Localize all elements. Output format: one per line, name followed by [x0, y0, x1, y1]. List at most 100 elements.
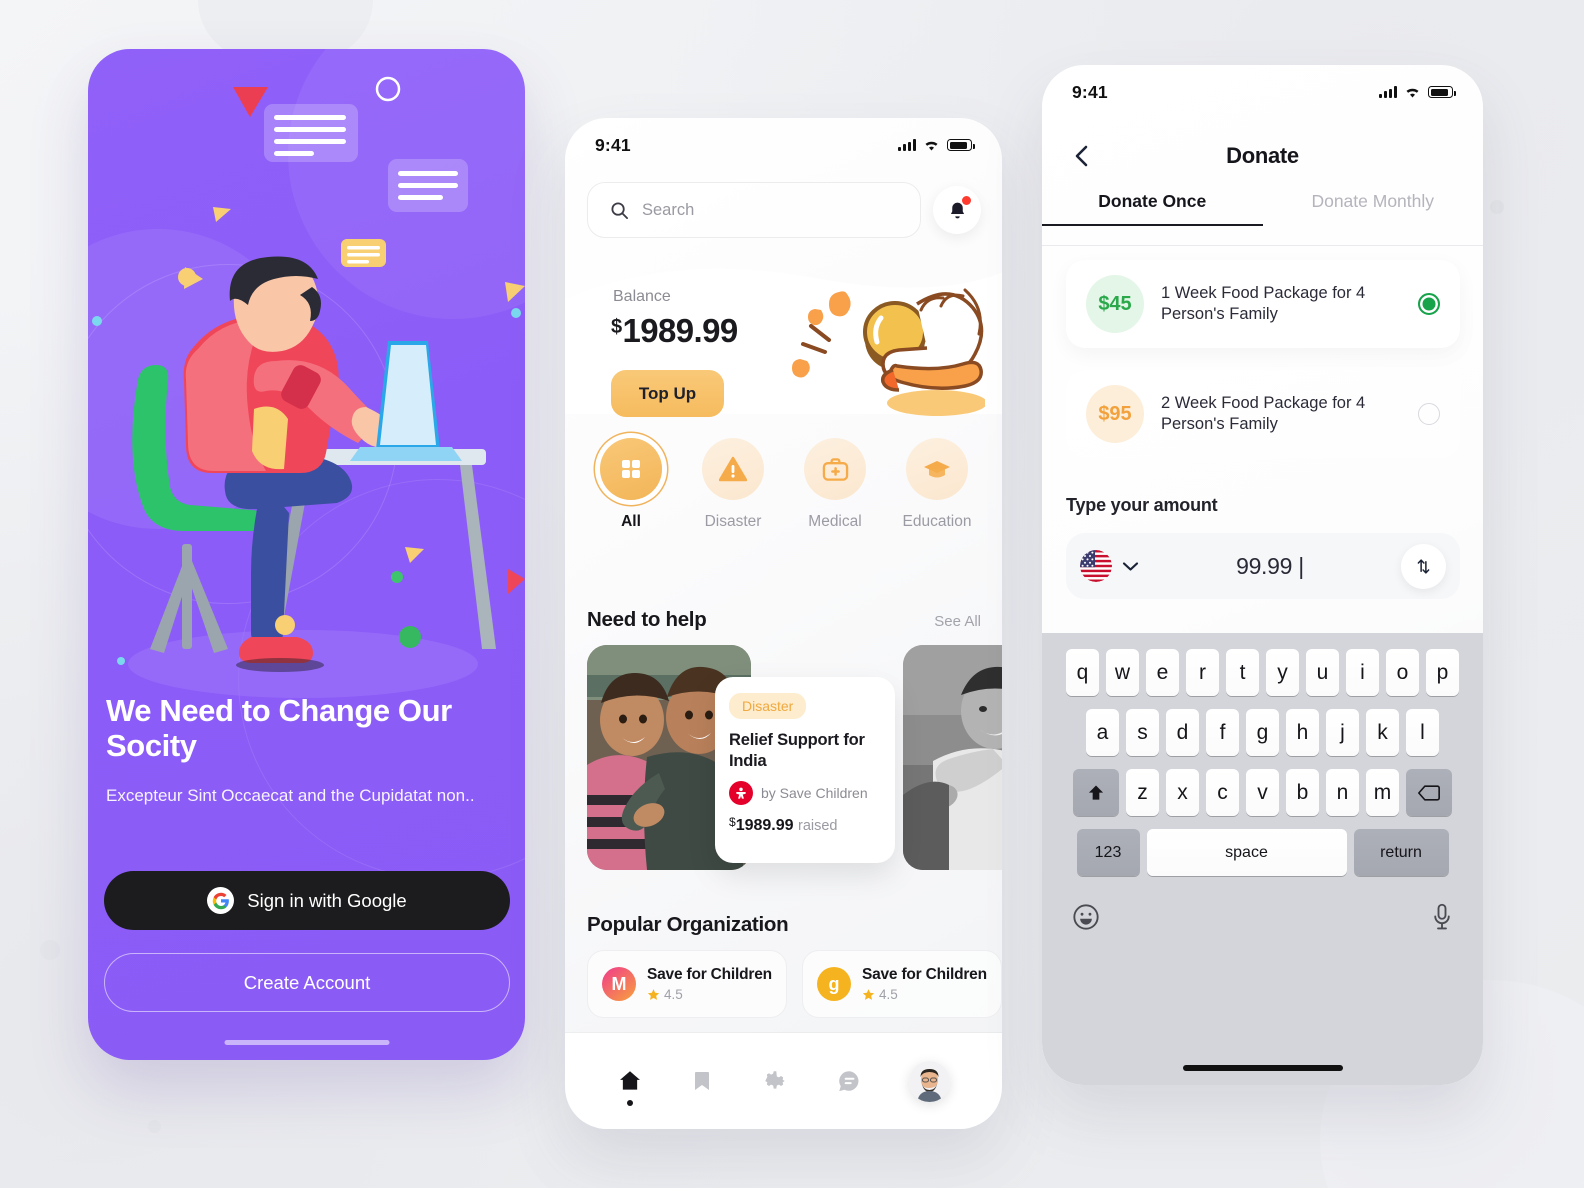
category-all[interactable]: All — [587, 438, 675, 531]
key-u[interactable]: u — [1306, 649, 1339, 696]
battery-icon — [1428, 86, 1456, 98]
need-to-help-header: Need to help See All — [587, 608, 981, 632]
organization-logo-letter: g — [828, 973, 840, 994]
return-key[interactable]: return — [1353, 829, 1449, 876]
status-icons — [898, 139, 975, 152]
status-icons — [1379, 86, 1456, 99]
decor-ring — [238, 479, 525, 879]
key-m[interactable]: m — [1366, 769, 1399, 816]
organization-name: Save for Children — [861, 966, 987, 983]
campaign-photo-boy[interactable] — [903, 645, 1002, 870]
save-children-logo-icon — [729, 781, 753, 806]
swap-vertical-icon[interactable] — [1401, 543, 1446, 589]
option-radio-selected[interactable] — [1418, 293, 1440, 315]
option-radio[interactable] — [1418, 403, 1440, 425]
category-label: Education — [902, 513, 972, 530]
search-icon — [611, 201, 629, 219]
key-n[interactable]: n — [1326, 769, 1359, 816]
option-description: 1 Week Food Package for 4 Person's Famil… — [1161, 283, 1366, 323]
key-y[interactable]: y — [1266, 649, 1299, 696]
key-c[interactable]: c — [1206, 769, 1239, 816]
organization-card[interactable]: g Save for Children 4.5 — [801, 950, 1002, 1018]
key-q[interactable]: q — [1066, 649, 1099, 696]
key-a[interactable]: a — [1086, 709, 1119, 756]
tab-donate-once[interactable]: Donate Once — [1042, 191, 1263, 226]
on-screen-keyboard: q w e r t y u i o p a s d f g h j k l z … — [1042, 633, 1483, 1085]
key-f[interactable]: f — [1206, 709, 1239, 756]
home-indicator — [224, 1039, 389, 1045]
search-input[interactable]: Search — [587, 182, 921, 238]
organization-rating: 4.5 — [647, 987, 772, 1002]
section-title: Popular Organization — [587, 913, 789, 936]
keyboard-bottom-row — [1042, 889, 1483, 936]
key-t[interactable]: t — [1226, 649, 1259, 696]
organization-card[interactable]: M Save for Children 4.5 — [587, 950, 787, 1018]
key-j[interactable]: j — [1326, 709, 1359, 756]
tab-donate-monthly[interactable]: Donate Monthly — [1263, 191, 1484, 226]
key-e[interactable]: e — [1146, 649, 1179, 696]
key-o[interactable]: o — [1386, 649, 1419, 696]
campaign-category-chip: Disaster — [729, 693, 807, 719]
tab-settings[interactable] — [762, 1068, 788, 1094]
active-indicator-dot — [626, 1100, 633, 1106]
key-s[interactable]: s — [1126, 709, 1159, 756]
page-title: Donate — [1226, 143, 1299, 168]
campaign-overlay-card[interactable]: Disaster Relief Support for India by Sav… — [715, 677, 895, 863]
backspace-icon[interactable] — [1406, 769, 1452, 816]
donation-option-95[interactable]: $95 2 Week Food Package for 4 Person's F… — [1066, 370, 1460, 458]
category-label: Disaster — [704, 513, 762, 530]
category-disaster[interactable]: Disaster — [689, 438, 777, 531]
category-education[interactable]: Education — [893, 438, 981, 531]
tab-label: Donate Monthly — [1311, 191, 1435, 211]
key-b[interactable]: b — [1286, 769, 1319, 816]
key-x[interactable]: x — [1166, 769, 1199, 816]
balance-label: Balance — [613, 288, 671, 305]
organization-rating: 4.5 — [862, 987, 987, 1002]
sign-in-with-google-button[interactable]: Sign in with Google — [104, 871, 510, 930]
category-label: All — [621, 513, 641, 530]
campaign-organization: by Save Children — [729, 781, 881, 806]
wifi-icon — [1406, 88, 1419, 97]
numbers-key[interactable]: 123 — [1076, 829, 1140, 876]
tab-chat[interactable] — [836, 1068, 862, 1094]
microphone-icon[interactable] — [1431, 903, 1453, 936]
key-v[interactable]: v — [1246, 769, 1279, 816]
key-h[interactable]: h — [1286, 709, 1319, 756]
tab-bookmark[interactable] — [690, 1068, 714, 1094]
amount-input[interactable]: 99.99 | — [1139, 553, 1401, 580]
tab-home[interactable] — [617, 1068, 643, 1106]
donation-option-45[interactable]: $45 1 Week Food Package for 4 Person's F… — [1066, 260, 1460, 348]
battery-icon — [947, 139, 975, 151]
wifi-icon — [925, 141, 938, 150]
status-bar: 9:41 — [1042, 65, 1483, 119]
key-l[interactable]: l — [1406, 709, 1439, 756]
home-icon — [619, 1071, 640, 1090]
option-description: 2 Week Food Package for 4 Person's Famil… — [1161, 393, 1366, 433]
campaign-raised: $1989.99 raised — [729, 815, 881, 835]
key-r[interactable]: r — [1186, 649, 1219, 696]
key-i[interactable]: i — [1346, 649, 1379, 696]
key-w[interactable]: w — [1106, 649, 1139, 696]
emoji-icon[interactable] — [1072, 903, 1100, 936]
key-d[interactable]: d — [1166, 709, 1199, 756]
top-up-button[interactable]: Top Up — [611, 370, 724, 417]
gear-icon — [765, 1071, 785, 1089]
key-k[interactable]: k — [1366, 709, 1399, 756]
first-aid-kit-icon — [804, 438, 866, 500]
avatar — [909, 1060, 951, 1102]
campaign-cards: Disaster Relief Support for India by Sav… — [587, 645, 1002, 870]
shift-icon[interactable] — [1073, 769, 1119, 816]
currency-dropdown-button[interactable] — [1122, 561, 1139, 572]
notification-bell-button[interactable] — [933, 186, 981, 234]
key-z[interactable]: z — [1126, 769, 1159, 816]
organization-info: Save for Children 4.5 — [862, 966, 987, 1002]
decor-circle — [88, 229, 308, 529]
key-g[interactable]: g — [1246, 709, 1279, 756]
see-all-link[interactable]: See All — [934, 613, 981, 630]
space-key[interactable]: space — [1146, 829, 1347, 876]
create-account-button[interactable]: Create Account — [104, 953, 510, 1012]
tab-profile[interactable] — [909, 1060, 951, 1102]
key-p[interactable]: p — [1426, 649, 1459, 696]
category-medical[interactable]: Medical — [791, 438, 879, 531]
bg-dot — [1490, 200, 1504, 214]
